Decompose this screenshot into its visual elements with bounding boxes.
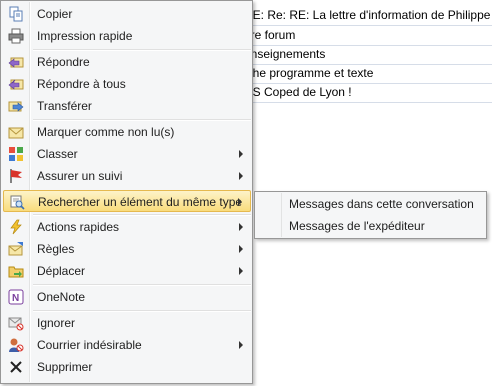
delete-icon (8, 359, 24, 375)
submenu-item-label: Messages de l'expéditeur (289, 219, 425, 233)
menu-item-repondre-a-tous[interactable]: Répondre à tous (3, 73, 251, 95)
menu-item-rechercher-meme-type[interactable]: Rechercher un élément du même type (3, 190, 251, 212)
categorize-icon (8, 146, 24, 162)
menu-item-regles[interactable]: Règles (3, 238, 251, 260)
lightning-icon (8, 219, 24, 235)
submenu-arrow-icon (239, 267, 243, 275)
menu-item-label: Transférer (37, 99, 92, 113)
menu-item-actions-rapides[interactable]: Actions rapides (3, 216, 251, 238)
menu-item-repondre[interactable]: Répondre (3, 51, 251, 73)
mail-subject: enseignements (244, 47, 326, 61)
menu-item-assurer-suivi[interactable]: Assurer un suivi (3, 165, 251, 187)
menu-item-label: Copier (37, 7, 73, 21)
submenu-item-messages-expediteur[interactable]: Messages de l'expéditeur (257, 215, 484, 237)
menu-item-marquer-non-lu[interactable]: Marquer comme non lu(s) (3, 121, 251, 143)
menu-item-label: OneNote (37, 290, 86, 304)
menu-item-label: Actions rapides (37, 220, 120, 234)
menu-item-label: Ignorer (37, 316, 76, 330)
menu-item-onenote[interactable]: N OneNote (3, 286, 251, 308)
context-menu: Copier Impression rapide Répondre Répond… (0, 0, 253, 384)
menu-item-label: Impression rapide (37, 29, 133, 43)
submenu-arrow-icon (239, 172, 243, 180)
mail-row[interactable]: iche programme et texte (244, 64, 492, 84)
submenu-arrow-icon (238, 198, 242, 206)
menu-item-deplacer[interactable]: Déplacer (3, 260, 251, 282)
ignore-icon (8, 315, 24, 331)
unread-mail-icon (8, 124, 24, 140)
menu-item-label: Assurer un suivi (37, 169, 123, 183)
menu-item-label: Supprimer (37, 360, 93, 374)
menu-item-label: Rechercher un élément du même type (38, 195, 243, 209)
mail-row[interactable]: enseignements (244, 45, 492, 65)
reply-all-icon (8, 76, 24, 92)
submenu-find-related: Messages dans cette conversation Message… (254, 191, 487, 239)
mail-subject: iche programme et texte (244, 66, 374, 80)
submenu-arrow-icon (239, 245, 243, 253)
printer-icon (8, 28, 24, 44)
menu-item-label: Classer (37, 147, 78, 161)
menu-item-label: Répondre (37, 55, 90, 69)
menu-item-classer[interactable]: Classer (3, 143, 251, 165)
menu-item-transferer[interactable]: Transférer (3, 95, 251, 117)
forward-icon (8, 98, 24, 114)
menu-item-label: Courrier indésirable (37, 338, 142, 352)
submenu-item-label: Messages dans cette conversation (289, 197, 474, 211)
mail-subject: DS Coped de Lyon ! (244, 85, 352, 99)
svg-text:N: N (12, 293, 19, 304)
junk-mail-icon (8, 337, 24, 353)
submenu-arrow-icon (239, 341, 243, 349)
rules-icon (8, 241, 24, 257)
menu-item-label: Déplacer (37, 264, 86, 278)
move-folder-icon (8, 263, 24, 279)
find-related-icon (9, 194, 25, 210)
mail-subject: RE: Re: RE: La lettre d'information de P… (244, 8, 492, 22)
onenote-icon: N (8, 289, 24, 305)
mail-row[interactable]: RE: Re: RE: La lettre d'information de P… (244, 6, 492, 26)
menu-item-supprimer[interactable]: Supprimer (3, 356, 251, 378)
menu-item-label: Marquer comme non lu(s) (37, 125, 175, 139)
menu-item-copier[interactable]: Copier (3, 3, 251, 25)
mail-row[interactable]: ure forum (244, 26, 492, 46)
menu-item-label: Règles (37, 242, 75, 256)
submenu-arrow-icon (239, 223, 243, 231)
submenu-item-messages-conversation[interactable]: Messages dans cette conversation (257, 193, 484, 215)
menu-item-impression-rapide[interactable]: Impression rapide (3, 25, 251, 47)
menu-item-ignorer[interactable]: Ignorer (3, 312, 251, 334)
copy-icon (8, 6, 24, 22)
reply-icon (8, 54, 24, 70)
menu-item-label: Répondre à tous (37, 77, 126, 91)
menu-item-courrier-indesirable[interactable]: Courrier indésirable (3, 334, 251, 356)
flag-icon (8, 168, 24, 184)
submenu-arrow-icon (239, 150, 243, 158)
mail-row[interactable]: DS Coped de Lyon ! (244, 83, 492, 103)
